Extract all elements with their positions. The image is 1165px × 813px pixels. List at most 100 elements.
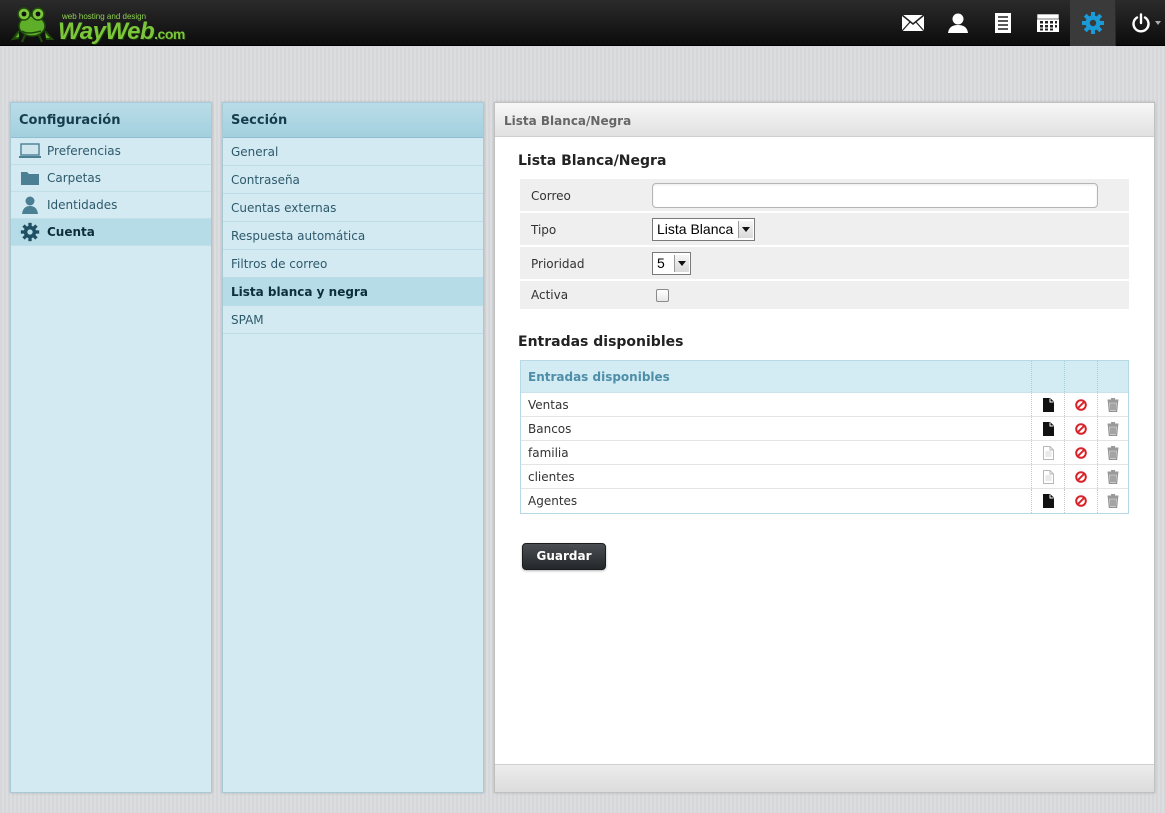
settings-icon <box>1081 12 1104 34</box>
block-icon <box>1075 398 1087 411</box>
mail-nav-button[interactable] <box>890 0 935 46</box>
top-bar: web hosting and design WayWeb.com <box>0 0 1165 46</box>
brand-name-text: WayWeb <box>58 18 155 45</box>
config-panel: Configuración Preferencias Carpetas Iden… <box>10 102 212 793</box>
section-panel: Sección General Contraseña Cuentas exter… <box>222 102 484 793</box>
notes-nav-button[interactable] <box>980 0 1025 46</box>
tipo-select[interactable]: Lista Blanca <box>652 218 756 241</box>
whitelist-form: Correo Tipo Lista Blanca Prioridad 5 Act… <box>520 179 1129 311</box>
tipo-row: Tipo Lista Blanca <box>520 213 1129 245</box>
disable-entry-button[interactable] <box>1064 441 1097 464</box>
delete-entry-button[interactable] <box>1097 441 1128 464</box>
table-row: Bancos <box>521 417 1128 441</box>
logout-nav-button[interactable] <box>1115 0 1165 46</box>
config-item-label: Preferencias <box>47 143 121 158</box>
disable-entry-button[interactable] <box>1064 393 1097 416</box>
toggle-entry-button[interactable] <box>1031 465 1064 488</box>
entry-name: Agentes <box>528 494 578 508</box>
config-item-identidades[interactable]: Identidades <box>11 192 211 219</box>
prioridad-select[interactable]: 5 <box>652 252 691 275</box>
caret-down-icon <box>1155 21 1161 25</box>
section-item-lista-blanca-negra[interactable]: Lista blanca y negra <box>223 278 483 306</box>
table-row: Ventas <box>521 393 1128 417</box>
main-panel-header: Lista Blanca/Negra <box>495 103 1154 137</box>
section-item-cuentas-externas[interactable]: Cuentas externas <box>223 194 483 222</box>
brand-name: WayWeb.com <box>58 18 185 46</box>
block-icon <box>1075 470 1087 483</box>
disable-entry-button[interactable] <box>1064 417 1097 440</box>
contacts-icon <box>947 13 968 33</box>
disable-entry-button[interactable] <box>1064 465 1097 488</box>
folder-icon <box>19 168 41 188</box>
config-item-preferencias[interactable]: Preferencias <box>11 138 211 165</box>
delete-entry-button[interactable] <box>1097 393 1128 416</box>
toggle-entry-button[interactable] <box>1031 489 1064 513</box>
trash-icon <box>1107 421 1119 436</box>
tipo-label: Tipo <box>531 223 557 237</box>
config-panel-title: Configuración <box>11 103 211 138</box>
toggle-entry-button[interactable] <box>1031 417 1064 440</box>
entries-table-header: Entradas disponibles <box>521 361 1128 393</box>
delete-entry-button[interactable] <box>1097 417 1128 440</box>
notes-icon <box>994 13 1011 33</box>
frog-logo-icon <box>10 7 55 43</box>
toggle-entry-button[interactable] <box>1031 441 1064 464</box>
activa-checkbox[interactable] <box>656 289 669 302</box>
section-item-respuesta-automatica[interactable]: Respuesta automática <box>223 222 483 250</box>
section-item-filtros-de-correo[interactable]: Filtros de correo <box>223 250 483 278</box>
section-item-spam[interactable]: SPAM <box>223 306 483 334</box>
config-item-cuenta[interactable]: Cuenta <box>11 219 211 246</box>
prioridad-select-value: 5 <box>657 255 665 271</box>
header-action-cell <box>1064 361 1097 392</box>
delete-entry-button[interactable] <box>1097 465 1128 488</box>
correo-row: Correo <box>520 179 1129 211</box>
section-panel-title: Sección <box>223 103 483 138</box>
delete-entry-button[interactable] <box>1097 489 1128 513</box>
tipo-select-value: Lista Blanca <box>657 221 734 237</box>
top-nav <box>890 0 1165 46</box>
disable-entry-button[interactable] <box>1064 489 1097 513</box>
config-item-carpetas[interactable]: Carpetas <box>11 165 211 192</box>
trash-icon <box>1107 397 1119 412</box>
document-icon <box>1042 397 1054 412</box>
header-action-cell <box>1031 361 1064 392</box>
gear-icon <box>19 222 41 242</box>
entry-name: Bancos <box>528 422 572 436</box>
document-icon <box>1042 494 1054 508</box>
prioridad-label: Prioridad <box>531 257 585 271</box>
main-panel-footer <box>495 764 1154 792</box>
toggle-entry-button[interactable] <box>1031 393 1064 416</box>
main-panel: Lista Blanca/Negra Lista Blanca/Negra Co… <box>494 102 1155 793</box>
chevron-down-icon <box>673 255 689 272</box>
block-icon <box>1075 446 1087 459</box>
config-item-label: Carpetas <box>47 170 101 185</box>
table-row: Agentes <box>521 489 1128 513</box>
trash-icon <box>1107 469 1119 484</box>
power-icon <box>1131 13 1150 33</box>
section-item-contrasena[interactable]: Contraseña <box>223 166 483 194</box>
form-title: Lista Blanca/Negra <box>518 153 667 169</box>
calendar-nav-button[interactable] <box>1025 0 1070 46</box>
document-icon <box>1042 421 1054 436</box>
monitor-icon <box>19 141 41 161</box>
chevron-down-icon <box>738 221 754 238</box>
contacts-nav-button[interactable] <box>935 0 980 46</box>
correo-input[interactable] <box>652 183 1098 208</box>
trash-icon <box>1107 494 1119 508</box>
table-row: clientes <box>521 465 1128 489</box>
correo-label: Correo <box>531 189 571 203</box>
table-row: familia <box>521 441 1128 465</box>
config-item-label: Cuenta <box>47 224 95 239</box>
settings-nav-button[interactable] <box>1070 0 1115 46</box>
document-icon <box>1042 469 1054 484</box>
entry-name: Ventas <box>528 398 569 412</box>
brand-logo[interactable]: web hosting and design WayWeb.com <box>10 4 240 46</box>
config-item-label: Identidades <box>47 197 118 212</box>
trash-icon <box>1107 445 1119 460</box>
prioridad-row: Prioridad 5 <box>520 247 1129 279</box>
entries-title: Entradas disponibles <box>518 334 684 350</box>
save-button[interactable]: Guardar <box>522 543 606 570</box>
section-item-general[interactable]: General <box>223 138 483 166</box>
calendar-icon <box>1036 13 1059 32</box>
entries-table: Entradas disponibles Ventas Bancos famil… <box>520 360 1129 514</box>
